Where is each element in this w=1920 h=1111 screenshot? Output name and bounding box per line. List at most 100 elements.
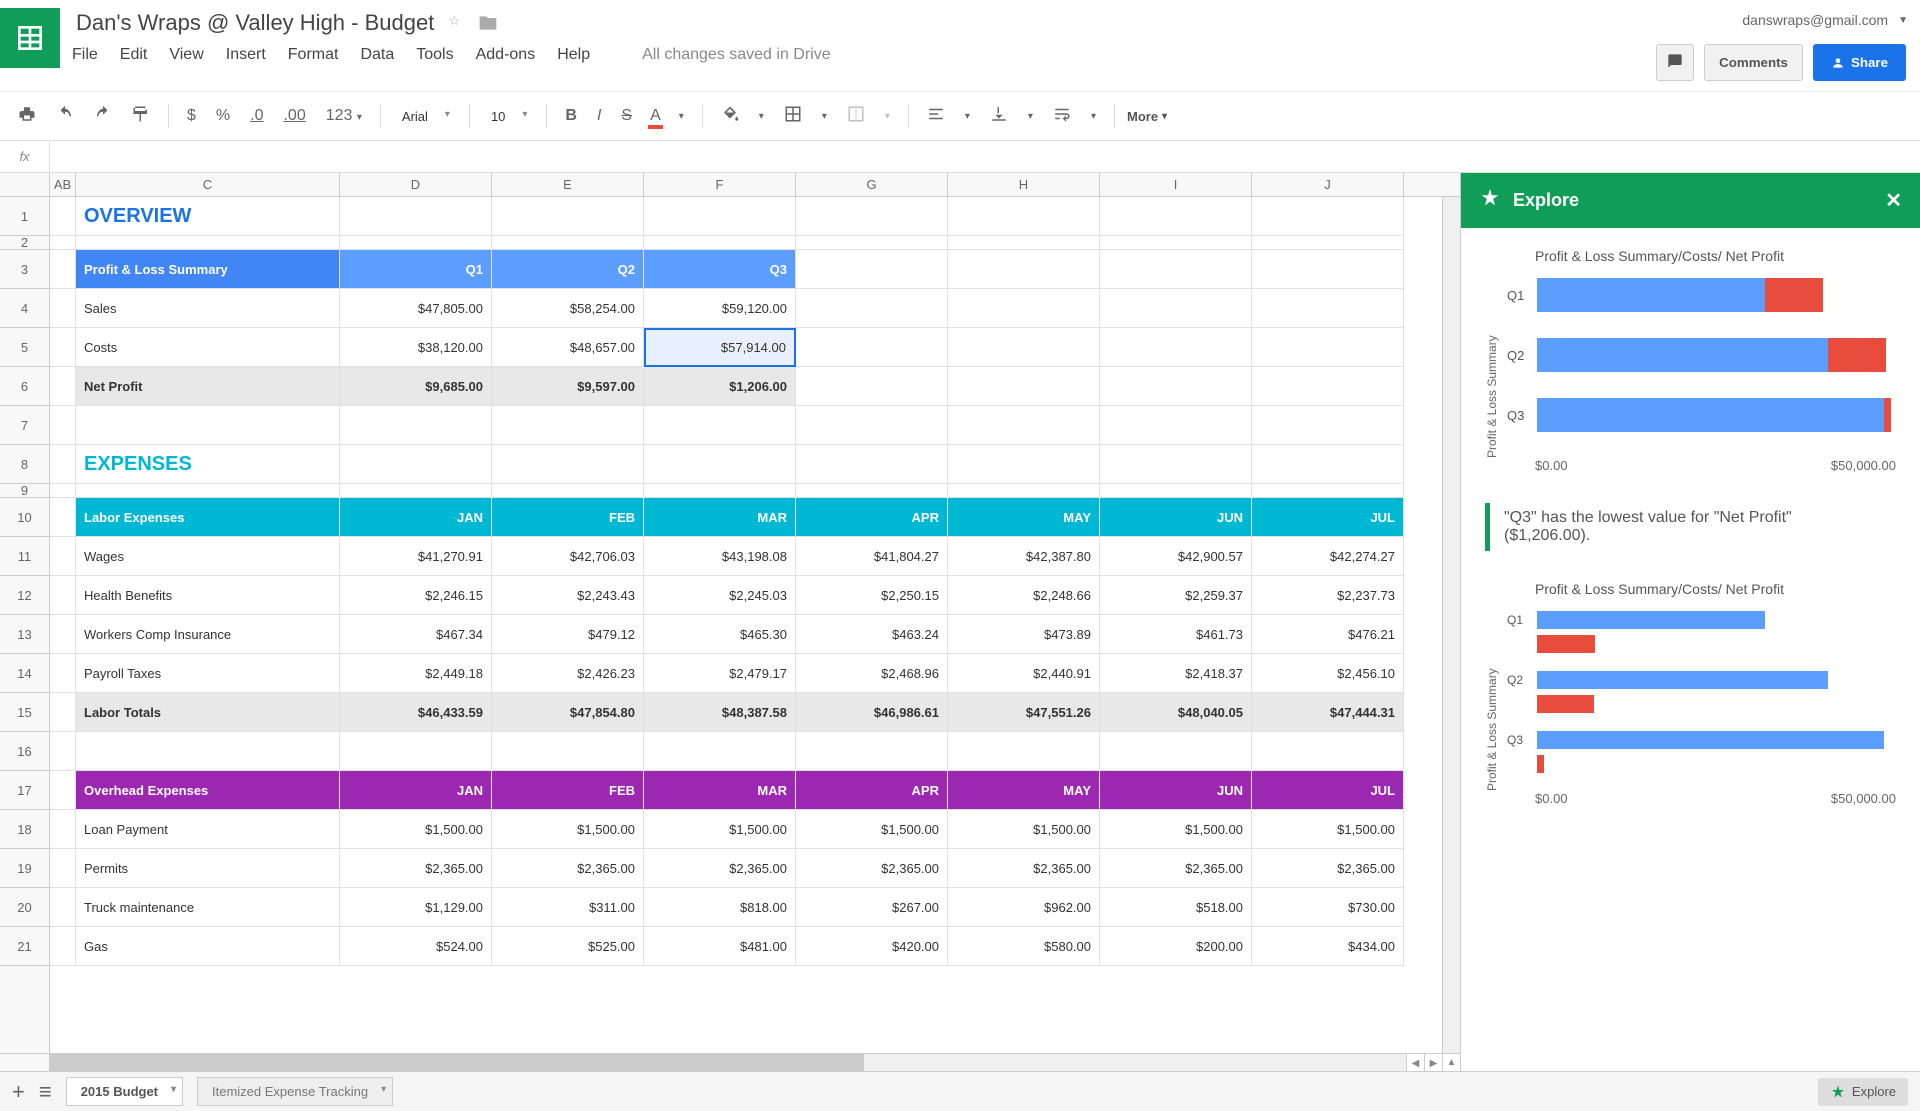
cell[interactable] bbox=[50, 927, 76, 966]
cell[interactable]: $434.00 bbox=[1252, 927, 1404, 966]
font-select[interactable]: Arial bbox=[393, 104, 457, 129]
valign-chevron-icon[interactable]: ▾ bbox=[1022, 107, 1039, 126]
cell[interactable] bbox=[1100, 732, 1252, 771]
cell[interactable]: Sales bbox=[76, 289, 340, 328]
row-header-5[interactable]: 5 bbox=[0, 328, 49, 367]
cell[interactable]: $59,120.00 bbox=[644, 289, 796, 328]
cell[interactable] bbox=[948, 250, 1100, 289]
cell[interactable]: $41,804.27 bbox=[796, 537, 948, 576]
cell[interactable] bbox=[50, 367, 76, 406]
cell[interactable]: $1,500.00 bbox=[1252, 810, 1404, 849]
cell[interactable] bbox=[50, 810, 76, 849]
sheet-tab-active[interactable]: 2015 Budget bbox=[66, 1077, 183, 1106]
cell[interactable] bbox=[796, 484, 948, 498]
cell[interactable] bbox=[1100, 445, 1252, 484]
cell[interactable]: Profit & Loss Summary bbox=[76, 250, 340, 289]
undo-icon[interactable] bbox=[50, 101, 80, 132]
col-header-i[interactable]: I bbox=[1100, 173, 1252, 196]
cell[interactable] bbox=[644, 197, 796, 236]
cell[interactable] bbox=[948, 367, 1100, 406]
cell[interactable]: $48,387.58 bbox=[644, 693, 796, 732]
borders-icon[interactable] bbox=[778, 101, 808, 132]
print-icon[interactable] bbox=[12, 101, 42, 132]
row-header-17[interactable]: 17 bbox=[0, 771, 49, 810]
cell[interactable] bbox=[948, 289, 1100, 328]
cell[interactable] bbox=[796, 236, 948, 250]
italic-icon[interactable]: I bbox=[591, 103, 607, 129]
cell[interactable]: Permits bbox=[76, 849, 340, 888]
chart-stacked[interactable]: Profit & Loss Summary/Costs/ Net Profit … bbox=[1485, 248, 1896, 473]
cell[interactable]: $2,440.91 bbox=[948, 654, 1100, 693]
cell[interactable]: MAY bbox=[948, 771, 1100, 810]
cell[interactable]: $42,900.57 bbox=[1100, 537, 1252, 576]
cell[interactable]: Labor Expenses bbox=[76, 498, 340, 537]
menu-insert[interactable]: Insert bbox=[226, 46, 266, 64]
cell[interactable]: $1,500.00 bbox=[1100, 810, 1252, 849]
cell[interactable]: OVERVIEW bbox=[76, 197, 340, 236]
col-header-ab[interactable]: AB bbox=[50, 173, 76, 196]
cell[interactable] bbox=[644, 406, 796, 445]
cell[interactable]: Payroll Taxes bbox=[76, 654, 340, 693]
cell[interactable]: MAR bbox=[644, 771, 796, 810]
cell[interactable]: APR bbox=[796, 498, 948, 537]
fill-color-icon[interactable] bbox=[715, 101, 745, 132]
cell[interactable] bbox=[50, 888, 76, 927]
cell[interactable]: $2,479.17 bbox=[644, 654, 796, 693]
menu-view[interactable]: View bbox=[169, 46, 203, 64]
cell[interactable]: MAR bbox=[644, 498, 796, 537]
cell[interactable] bbox=[796, 250, 948, 289]
share-button[interactable]: Share bbox=[1813, 44, 1906, 81]
number-format[interactable]: 123 ▾ bbox=[320, 103, 368, 129]
cell[interactable]: $267.00 bbox=[796, 888, 948, 927]
cell[interactable] bbox=[76, 236, 340, 250]
cell[interactable] bbox=[50, 445, 76, 484]
row-header-7[interactable]: 7 bbox=[0, 406, 49, 445]
cell[interactable] bbox=[1100, 484, 1252, 498]
cell[interactable]: $420.00 bbox=[796, 927, 948, 966]
cell[interactable] bbox=[76, 484, 340, 498]
cell[interactable]: Q3 bbox=[644, 250, 796, 289]
comments-button[interactable]: Comments bbox=[1704, 44, 1803, 81]
cell[interactable]: $41,270.91 bbox=[340, 537, 492, 576]
cell[interactable]: $46,986.61 bbox=[796, 693, 948, 732]
cell[interactable]: $525.00 bbox=[492, 927, 644, 966]
sheet-tab-itemized[interactable]: Itemized Expense Tracking bbox=[197, 1077, 393, 1106]
cell[interactable]: Overhead Expenses bbox=[76, 771, 340, 810]
cell[interactable]: MAY bbox=[948, 498, 1100, 537]
row-header-2[interactable]: 2 bbox=[0, 236, 49, 250]
cell[interactable]: $38,120.00 bbox=[340, 328, 492, 367]
cell[interactable]: Workers Comp Insurance bbox=[76, 615, 340, 654]
cell[interactable] bbox=[50, 197, 76, 236]
close-icon[interactable]: ✕ bbox=[1885, 188, 1902, 213]
row-header-1[interactable]: 1 bbox=[0, 197, 49, 236]
merge-cells-icon[interactable] bbox=[841, 101, 871, 132]
cell[interactable] bbox=[50, 693, 76, 732]
add-sheet-icon[interactable]: + bbox=[12, 1079, 25, 1105]
col-header-c[interactable]: C bbox=[76, 173, 340, 196]
cell[interactable] bbox=[948, 328, 1100, 367]
cell[interactable] bbox=[50, 537, 76, 576]
cell[interactable] bbox=[50, 236, 76, 250]
cell[interactable] bbox=[1100, 328, 1252, 367]
cell[interactable]: $467.34 bbox=[340, 615, 492, 654]
cell[interactable] bbox=[644, 484, 796, 498]
explore-button-bottom[interactable]: Explore bbox=[1818, 1078, 1908, 1106]
cell[interactable] bbox=[50, 289, 76, 328]
cell[interactable] bbox=[50, 615, 76, 654]
all-sheets-icon[interactable]: ≡ bbox=[39, 1079, 52, 1105]
cell[interactable]: $48,657.00 bbox=[492, 328, 644, 367]
cell[interactable]: JAN bbox=[340, 498, 492, 537]
cell[interactable]: Truck maintenance bbox=[76, 888, 340, 927]
cell[interactable] bbox=[340, 732, 492, 771]
row-header-12[interactable]: 12 bbox=[0, 576, 49, 615]
col-header-e[interactable]: E bbox=[492, 173, 644, 196]
cell[interactable]: $9,597.00 bbox=[492, 367, 644, 406]
cell[interactable] bbox=[948, 445, 1100, 484]
valign-icon[interactable] bbox=[984, 101, 1014, 132]
cell[interactable] bbox=[1252, 328, 1404, 367]
cell[interactable]: $311.00 bbox=[492, 888, 644, 927]
row-header-18[interactable]: 18 bbox=[0, 810, 49, 849]
horizontal-scrollbar[interactable] bbox=[50, 1054, 1406, 1071]
cell[interactable]: $57,914.00 bbox=[644, 328, 796, 367]
cell[interactable] bbox=[644, 445, 796, 484]
